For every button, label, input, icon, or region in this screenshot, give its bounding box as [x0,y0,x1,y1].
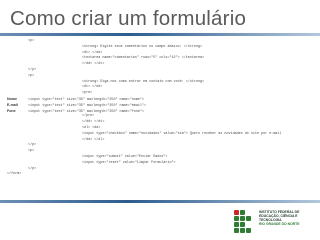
code-block: <p> <strong> Digite seus comentários no … [0,39,320,178]
field-label-fone: Fone [7,108,16,113]
slide-title: Como criar um formulário [10,7,247,30]
code-text: <input type="text" size="35" maxlength="… [28,97,144,102]
code-text: <input type="text" size="35" maxlength="… [28,109,144,114]
logo-line-2: EDUCAÇÃO, CIÊNCIA E TECNOLOGIA [259,214,298,222]
code-line: </form> [7,172,22,177]
title-divider-bar [0,33,320,36]
code-text: <input type="text" size="35" maxlength="… [28,103,147,108]
logo-line-3: RIO GRANDE DO NORTE [259,222,300,226]
footer-divider-bar [0,200,320,203]
logo-text: INSTITUTO FEDERAL DE EDUCAÇÃO, CIÊNCIA E… [259,210,317,226]
institution-logo: INSTITUTO FEDERAL DE EDUCAÇÃO, CIÊNCIA E… [234,208,316,238]
